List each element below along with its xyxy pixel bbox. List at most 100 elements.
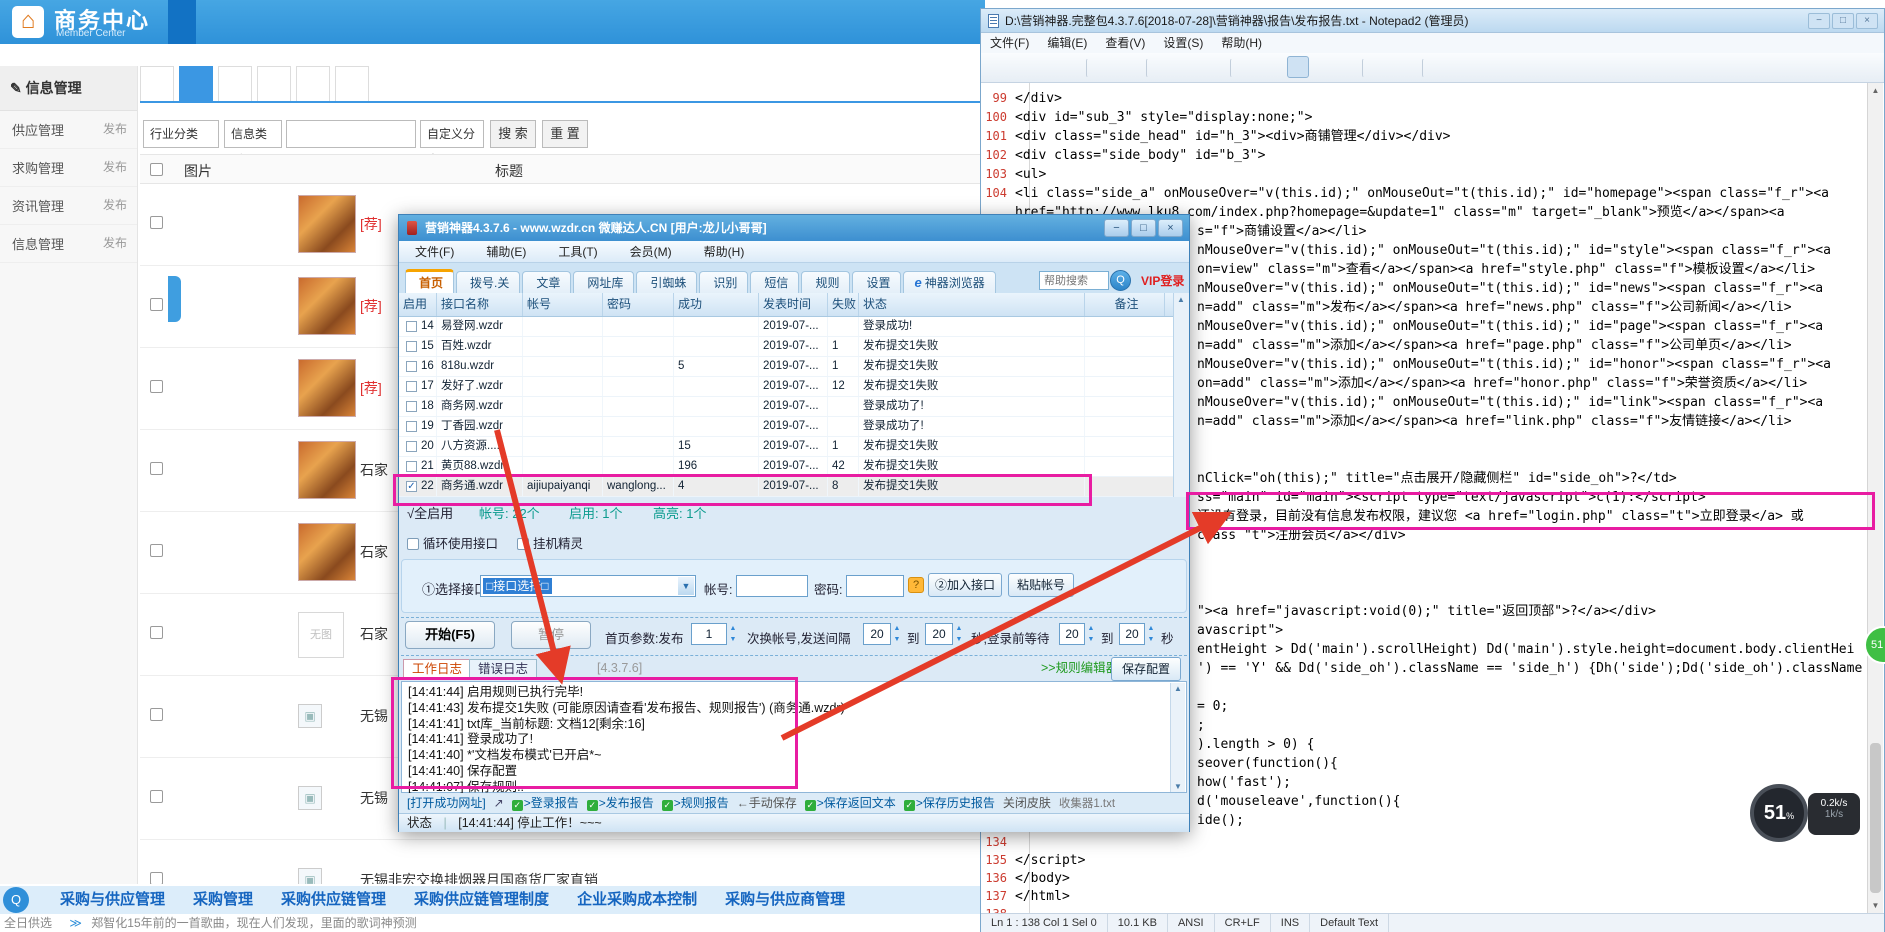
browse-icon[interactable] [1035,56,1057,78]
app-tab[interactable]: 拨号.关 [456,271,520,295]
toolbar-item[interactable]: ✓收集器1.txt [1059,794,1115,813]
menu-item[interactable]: 文件(F) [399,241,470,263]
separator[interactable] [1362,58,1368,78]
row-checkbox[interactable] [406,401,417,412]
zoom-out-icon[interactable] [1335,56,1357,78]
checkbox-icon[interactable]: ✓ [904,800,915,811]
column-header[interactable]: 启用 [399,293,437,316]
checkbox-icon[interactable]: ✓ [662,800,673,811]
app-tab[interactable]: 引蜘蛛 [636,271,697,295]
reset-button[interactable]: 重 置 [542,120,588,148]
bottom-nav-link[interactable]: 采购与供应管理 [60,886,165,914]
nav-item[interactable] [168,0,196,44]
column-header[interactable]: 发表时间 [759,293,828,316]
app-tab[interactable]: 首页 [405,269,454,293]
save-icon[interactable] [1059,56,1081,78]
百姓.wzdr[interactable]: 15 百姓.wzdr 2019-07-... 1 发布提交1失败 [399,337,1173,357]
vip-login-link[interactable]: VIP登录 [1141,272,1184,289]
wait-to-stepper[interactable]: 20▲▼ [1119,623,1145,645]
scroll-down-icon[interactable]: ▼ [1868,898,1883,913]
bottom-nav-link[interactable]: 采购与供应商管理 [725,886,845,914]
app-tab[interactable]: e神器浏览器 [903,271,995,295]
type-select[interactable]: 信息类型▼ [224,120,282,148]
account-input[interactable] [736,575,808,597]
spinner-icon[interactable]: ▲▼ [1145,623,1157,645]
separator[interactable] [1086,58,1092,78]
bottom-nav-link[interactable]: 采购供应链管理制度 [414,886,549,914]
help-search-button[interactable]: Q [1110,270,1131,291]
nav-item[interactable] [140,0,168,44]
bottom-nav-link[interactable]: 采购管理 [193,886,253,914]
separator[interactable] [1146,58,1152,78]
minimize-button[interactable]: − [1808,13,1830,29]
menu-item[interactable]: 文件(F) [981,33,1038,53]
sidebar-publish-link[interactable]: 发布 [103,158,127,175]
menu-item[interactable]: 查看(V) [1096,33,1154,53]
menu-item[interactable]: 辅助(E) [470,241,542,263]
sidebar-item[interactable]: 资讯管理 发布 [0,187,137,225]
work-log-tab[interactable]: 工作日志 [403,659,471,679]
join-interface-button[interactable]: ②加入接口 [928,573,1002,597]
close-button[interactable]: × [1856,13,1878,29]
maximize-button[interactable]: □ [1131,219,1156,237]
scroll-up-icon[interactable]: ▲ [1868,83,1883,98]
help-icon[interactable]: ? [908,577,924,593]
row-checkbox[interactable] [150,462,163,475]
menu-item[interactable]: 帮助(H) [1212,33,1271,53]
menu-item[interactable]: 会员(M) [614,241,688,263]
trend-icon[interactable]: ✓↗ [494,793,504,813]
column-header[interactable]: 备注 [1085,293,1165,316]
checkbox[interactable] [517,538,529,550]
log-scrollbar[interactable]: ▲ ▼ [1170,683,1185,792]
app-tab[interactable]: 设置 [852,271,901,295]
search-circle-icon[interactable]: Q [3,887,29,913]
app-tab[interactable]: 文章 [522,271,571,295]
listing-tab[interactable] [257,66,291,101]
menu-item[interactable]: 帮助(H) [688,241,761,263]
八方资源....[interactable]: 20 八方资源.... 15 2019-07-... 1 发布提交1失败 [399,437,1173,457]
row-checkbox[interactable] [406,421,417,432]
column-header[interactable]: 帐号 [523,293,603,316]
replace-icon[interactable] [1263,56,1285,78]
paste-accounts-button[interactable]: 粘贴帐号 [1008,573,1074,597]
row-checkbox[interactable] [150,544,163,557]
toolbar-item[interactable]: ✓关闭皮肤 [1003,793,1051,813]
copy-icon[interactable] [1179,56,1201,78]
scroll-up-icon[interactable]: ▲ [1177,295,1185,304]
open-file-icon[interactable] [1011,56,1033,78]
row-checkbox[interactable] [150,298,163,311]
word-wrap-icon[interactable] [1287,56,1309,78]
industry-select[interactable]: 行业分类▼ [143,120,219,148]
sidebar-item[interactable]: 信息管理 发布 [0,225,137,263]
exit-icon[interactable] [1431,56,1453,78]
row-checkbox[interactable] [406,381,417,392]
scheme-icon[interactable] [1371,56,1393,78]
edit-icon[interactable] [1395,56,1417,78]
toolbar-item[interactable]: ✓>保存返回文本 [805,793,896,813]
toolbar-item[interactable]: ✓[打开成功网址] [407,793,486,813]
app-tab[interactable]: 识别 [699,271,748,295]
checkbox[interactable] [407,538,419,550]
spinner-icon[interactable]: ▲▼ [727,623,739,645]
checkbox-icon[interactable]: ✓ [805,800,816,811]
save-config-button[interactable]: 保存配置 [1111,657,1181,681]
column-header[interactable]: 失败 [828,293,859,316]
row-checkbox[interactable] [150,872,163,884]
start-button[interactable]: 开始(F5) [405,621,495,649]
maximize-button[interactable]: □ [1832,13,1854,29]
row-checkbox[interactable] [150,216,163,229]
scroll-down-icon[interactable]: ▼ [1174,782,1182,791]
listing-tab[interactable] [335,66,369,101]
row-checkbox[interactable] [150,380,163,393]
app-tab[interactable]: 网址库 [573,271,634,295]
undo-icon[interactable] [1095,56,1117,78]
close-button[interactable]: × [1158,219,1183,237]
search-button[interactable]: 搜 索 [490,120,536,148]
app-tab[interactable]: 短信 [750,271,799,295]
sidebar-collapse-handle[interactable] [168,276,181,322]
separator[interactable] [1422,58,1428,78]
818u.wzdr[interactable]: 16 818u.wzdr 5 2019-07-... 1 发布提交1失败 [399,357,1173,377]
toolbar-item[interactable]: ✓>规则报告 [662,793,729,813]
sidebar-item[interactable]: 供应管理 发布 [0,111,137,149]
error-log-tab[interactable]: 错误日志 [469,659,537,679]
